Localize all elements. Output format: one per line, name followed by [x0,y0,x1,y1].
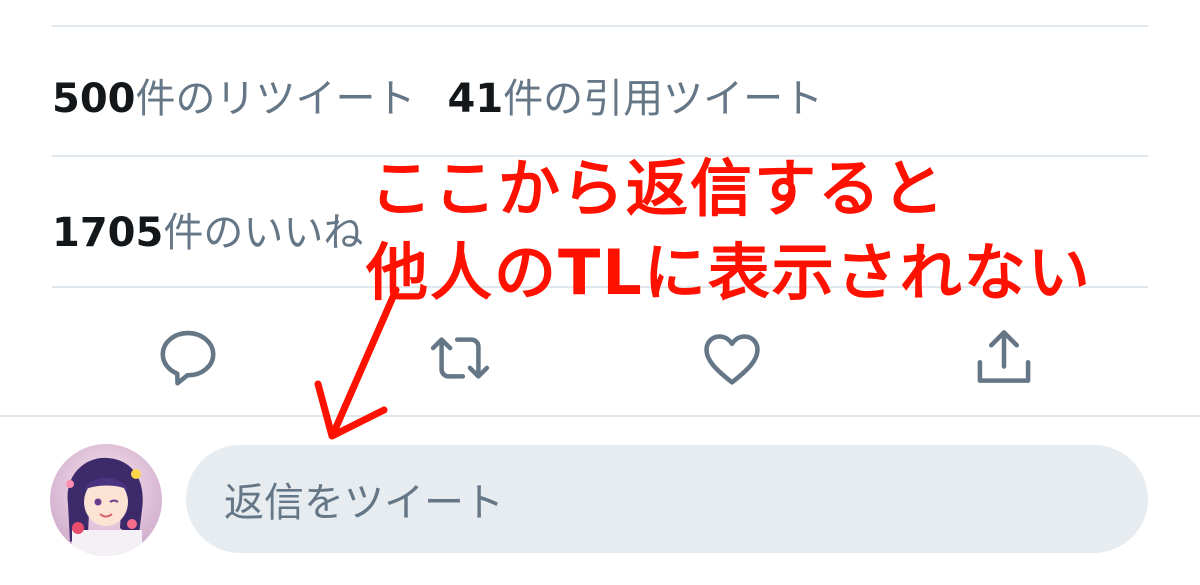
tweet-action-bar [0,318,1200,408]
retweet-count-stat[interactable]: 500 件のリツイート [52,66,416,124]
retweet-count-label: 件のリツイート [135,76,416,122]
share-button[interactable] [964,318,1044,398]
avatar[interactable] [50,444,162,556]
reply-input-placeholder: 返信をツイート [224,480,504,526]
retweet-button[interactable] [420,318,500,398]
user-avatar [50,444,162,556]
stats-row-likes: 1705 件のいいね [52,200,395,258]
stats-row-retweets: 500 件のリツイート 41 件の引用ツイート [52,66,855,124]
action-bar-divider [0,415,1200,417]
annotation-line-1: ここから返信すると [370,152,947,225]
like-button[interactable] [692,318,772,398]
speech-bubble-icon [160,330,216,386]
share-icon [977,330,1031,383]
quote-count-label: 件の引用ツイート [503,76,824,122]
heart-icon [704,334,760,385]
top-divider [52,25,1148,27]
like-count-label: 件のいいね [163,210,364,256]
quote-count: 41 [447,76,504,122]
quote-count-stat[interactable]: 41 件の引用ツイート [448,66,824,124]
like-count-stat[interactable]: 1705 件のいいね [52,200,363,258]
retweet-icon [430,337,490,379]
reply-button[interactable] [148,318,228,398]
annotation-line-2: 他人のTLに表示されない [366,236,1092,309]
retweet-count: 500 [52,76,136,122]
reply-input[interactable]: 返信をツイート [186,445,1148,553]
like-count: 1705 [52,210,164,256]
